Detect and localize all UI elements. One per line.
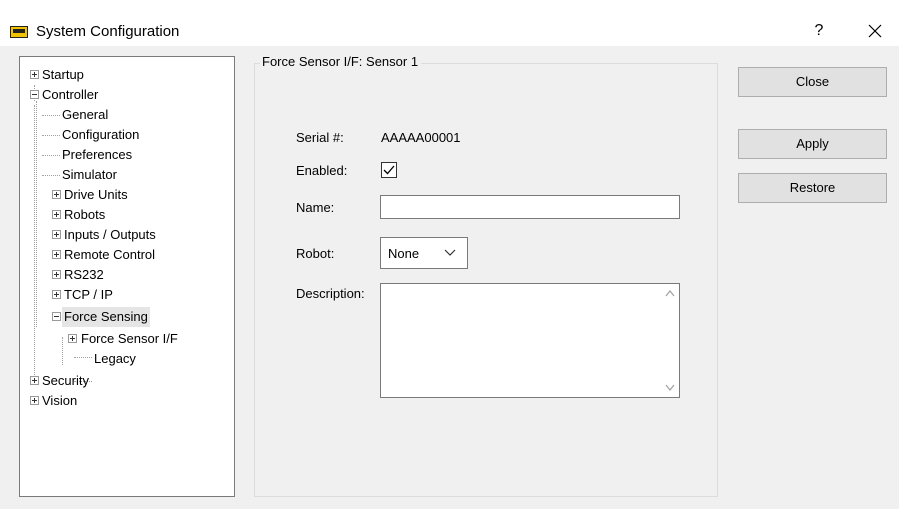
expand-icon[interactable]	[30, 396, 39, 405]
config-tree-view[interactable]: Startup Controller General Configuration…	[19, 56, 235, 497]
description-textarea[interactable]	[380, 283, 680, 398]
enabled-label: Enabled:	[296, 163, 348, 178]
title-bar: System Configuration ?	[0, 0, 899, 46]
group-title: Force Sensor I/F: Sensor 1	[260, 54, 422, 69]
monitor-app-icon	[10, 26, 28, 38]
close-button[interactable]: Close	[738, 67, 887, 97]
enabled-checkbox[interactable]	[381, 162, 397, 178]
restore-button[interactable]: Restore	[738, 173, 887, 203]
expand-icon[interactable]	[30, 70, 39, 79]
expand-icon[interactable]	[52, 290, 61, 299]
collapse-icon[interactable]	[52, 312, 61, 321]
serial-value: AAAAA00001	[381, 130, 461, 145]
name-label: Name:	[296, 200, 335, 215]
expand-icon[interactable]	[52, 210, 61, 219]
scroll-up-icon[interactable]	[665, 290, 675, 297]
check-icon	[383, 165, 395, 175]
serial-label: Serial #:	[296, 130, 344, 145]
expand-icon[interactable]	[52, 270, 61, 279]
robot-label: Robot:	[296, 246, 335, 261]
robot-dropdown[interactable]: None	[380, 237, 468, 269]
help-button[interactable]: ?	[806, 18, 832, 44]
description-scrollbar[interactable]	[662, 284, 679, 397]
collapse-icon[interactable]	[30, 90, 39, 99]
chevron-down-icon	[444, 249, 456, 256]
window-title: System Configuration	[36, 23, 180, 40]
expand-icon[interactable]	[68, 334, 77, 343]
expand-icon[interactable]	[52, 190, 61, 199]
expand-icon[interactable]	[52, 250, 61, 259]
name-input[interactable]	[380, 195, 680, 219]
expand-icon[interactable]	[30, 376, 39, 385]
expand-icon[interactable]	[52, 230, 61, 239]
close-icon[interactable]	[862, 18, 888, 44]
sensor-group-box	[254, 63, 718, 497]
robot-selected-value: None	[388, 246, 420, 261]
scroll-down-icon[interactable]	[665, 384, 675, 391]
apply-button[interactable]: Apply	[738, 129, 887, 159]
description-label: Description:	[296, 286, 365, 301]
